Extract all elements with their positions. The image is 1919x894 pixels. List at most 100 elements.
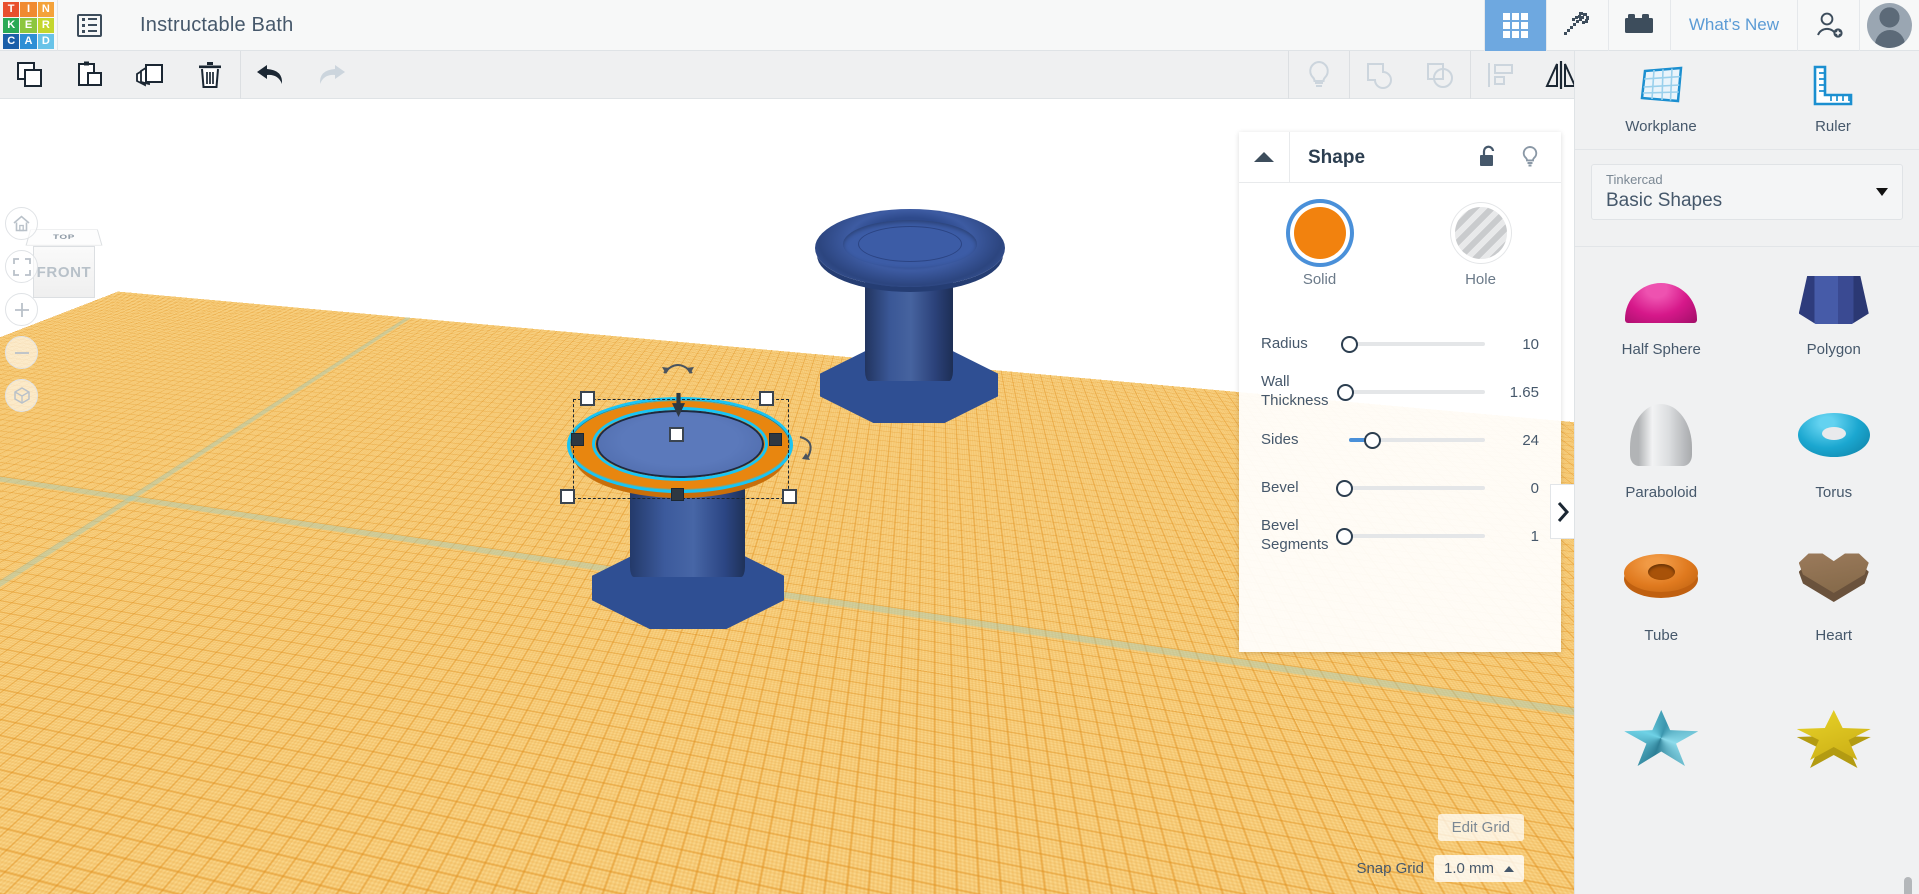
- resize-handle-top-left[interactable]: [580, 391, 595, 406]
- radius-slider[interactable]: [1339, 332, 1495, 356]
- redo-button[interactable]: [301, 51, 361, 99]
- inspector-collapse-button[interactable]: [1239, 132, 1289, 183]
- undo-button[interactable]: [241, 51, 301, 99]
- duplicate-button[interactable]: [120, 51, 180, 99]
- resize-handle-bottom-left[interactable]: [560, 489, 575, 504]
- property-row-wall-thickness: Wall Thickness 1.65: [1261, 368, 1539, 416]
- torus-shape: [1791, 396, 1877, 474]
- align-icon: [1488, 62, 1514, 87]
- shape-item-star-flat[interactable]: [1748, 658, 1919, 801]
- fit-view-button[interactable]: [5, 250, 38, 283]
- property-row-radius: Radius 10: [1261, 320, 1539, 368]
- shape-label: Paraboloid: [1625, 484, 1698, 501]
- list-menu-button[interactable]: [58, 0, 120, 51]
- delete-button[interactable]: [180, 51, 240, 99]
- shape-library-dropdown[interactable]: Tinkercad Basic Shapes: [1591, 164, 1903, 220]
- ruler-tool[interactable]: Ruler: [1747, 51, 1919, 149]
- property-row-bevel-segments: Bevel Segments 1: [1261, 512, 1539, 560]
- polygon-shape: [1791, 253, 1877, 331]
- workplane-axis-y: [0, 317, 412, 894]
- shape-inspector-panel: Shape Solid Hole Radius 10 Wall Thicknes…: [1239, 131, 1561, 652]
- shape-light-button[interactable]: [1509, 132, 1551, 183]
- copy-button[interactable]: [0, 51, 60, 99]
- property-value[interactable]: 0: [1495, 480, 1539, 497]
- shape-label: Torus: [1815, 484, 1853, 501]
- logo-tile: T: [3, 1, 20, 17]
- snap-grid-value: 1.0 mm: [1443, 860, 1494, 877]
- rotate-handle-right[interactable]: [796, 433, 818, 463]
- property-value[interactable]: 10: [1495, 336, 1539, 353]
- view-cube-top-face[interactable]: TOP: [25, 229, 103, 246]
- shape-item-tube[interactable]: Tube: [1575, 515, 1748, 658]
- whats-new-link[interactable]: What's New: [1669, 0, 1797, 51]
- tab-lego-blocks[interactable]: [1607, 0, 1670, 51]
- tab-3d-design[interactable]: [1483, 0, 1546, 51]
- shape-item-polygon[interactable]: Polygon: [1748, 247, 1919, 372]
- resize-handle-bottom-right[interactable]: [782, 489, 797, 504]
- view-cube-top-label: TOP: [52, 233, 76, 241]
- zoom-in-button[interactable]: [5, 293, 38, 326]
- bevel-slider[interactable]: [1336, 476, 1495, 500]
- logo-tile: N: [37, 1, 54, 17]
- star-3d-shape: [1618, 699, 1704, 777]
- perspective-toggle-button[interactable]: [5, 379, 38, 412]
- resize-handle-right-mid[interactable]: [769, 433, 782, 446]
- view-cube-front-face[interactable]: FRONT: [33, 246, 95, 298]
- solid-option[interactable]: Solid: [1239, 207, 1400, 288]
- wall-thickness-slider[interactable]: [1337, 380, 1495, 404]
- triangle-up-icon: [1254, 152, 1274, 162]
- property-value[interactable]: 1.65: [1495, 384, 1539, 401]
- copy-icon: [17, 61, 42, 87]
- property-value[interactable]: 1: [1495, 528, 1539, 545]
- tab-minecraft[interactable]: [1545, 0, 1608, 51]
- fit-to-view-icon: [12, 257, 31, 276]
- selection-bounding-box: [573, 399, 789, 499]
- edit-grid-button[interactable]: Edit Grid: [1437, 814, 1524, 841]
- lock-shape-button[interactable]: [1467, 132, 1509, 183]
- shape-item-torus[interactable]: Torus: [1748, 372, 1919, 515]
- shape-item-paraboloid[interactable]: Paraboloid: [1575, 372, 1748, 515]
- align-button[interactable]: [1471, 51, 1531, 99]
- logo-tile: A: [20, 33, 37, 49]
- resize-handle-left-mid[interactable]: [571, 433, 584, 446]
- paste-button[interactable]: [60, 51, 120, 99]
- hole-label: Hole: [1465, 271, 1496, 288]
- property-value[interactable]: 24: [1495, 432, 1539, 449]
- shape-item-half-sphere[interactable]: Half Sphere: [1575, 247, 1748, 372]
- sides-slider[interactable]: [1339, 428, 1495, 452]
- snap-grid-select[interactable]: 1.0 mm: [1433, 855, 1524, 882]
- user-avatar-button[interactable]: [1859, 0, 1919, 51]
- chevron-down-icon: [1876, 188, 1888, 196]
- logo-tile: R: [37, 17, 54, 33]
- shapes-list[interactable]: Half Sphere Polygon Paraboloid Torus Tub…: [1575, 246, 1919, 894]
- property-row-sides: Sides 24: [1261, 416, 1539, 464]
- shape-item-heart[interactable]: Heart: [1748, 515, 1919, 658]
- tinkercad-logo[interactable]: T I N K E R C A D: [0, 0, 57, 51]
- home-view-button[interactable]: [5, 207, 38, 240]
- light-button[interactable]: [1289, 51, 1349, 99]
- bevel-segments-slider[interactable]: [1336, 524, 1495, 548]
- zoom-out-button[interactable]: [5, 336, 38, 369]
- shape-properties: Radius 10 Wall Thickness 1.65 Sides 24 B…: [1239, 296, 1561, 560]
- ungroup-shapes-icon: [1427, 62, 1454, 88]
- property-label: Bevel: [1261, 478, 1299, 496]
- group-button[interactable]: [1350, 51, 1410, 99]
- resize-handle-top-right[interactable]: [759, 391, 774, 406]
- hole-option[interactable]: Hole: [1400, 207, 1561, 288]
- hole-swatch: [1454, 207, 1507, 259]
- resize-handle-bottom-mid[interactable]: [671, 488, 684, 501]
- shape-item-star-3d[interactable]: [1575, 658, 1748, 801]
- shapes-scrollbar-thumb[interactable]: [1904, 877, 1912, 894]
- invite-people-button[interactable]: [1797, 0, 1859, 51]
- view-cube-front-label: FRONT: [36, 263, 92, 281]
- ungroup-button[interactable]: [1410, 51, 1470, 99]
- move-handle-center[interactable]: [669, 427, 684, 442]
- workplane-tool[interactable]: Workplane: [1575, 51, 1747, 149]
- birdbath-background[interactable]: [815, 209, 1015, 429]
- solid-swatch: [1293, 207, 1346, 259]
- panel-expand-button[interactable]: [1550, 484, 1574, 539]
- logo-tile: E: [20, 17, 37, 33]
- minecraft-pickaxe-icon: [1564, 12, 1590, 35]
- document-title[interactable]: Instructable Bath: [140, 14, 294, 37]
- rotate-handle-top[interactable]: [660, 357, 696, 377]
